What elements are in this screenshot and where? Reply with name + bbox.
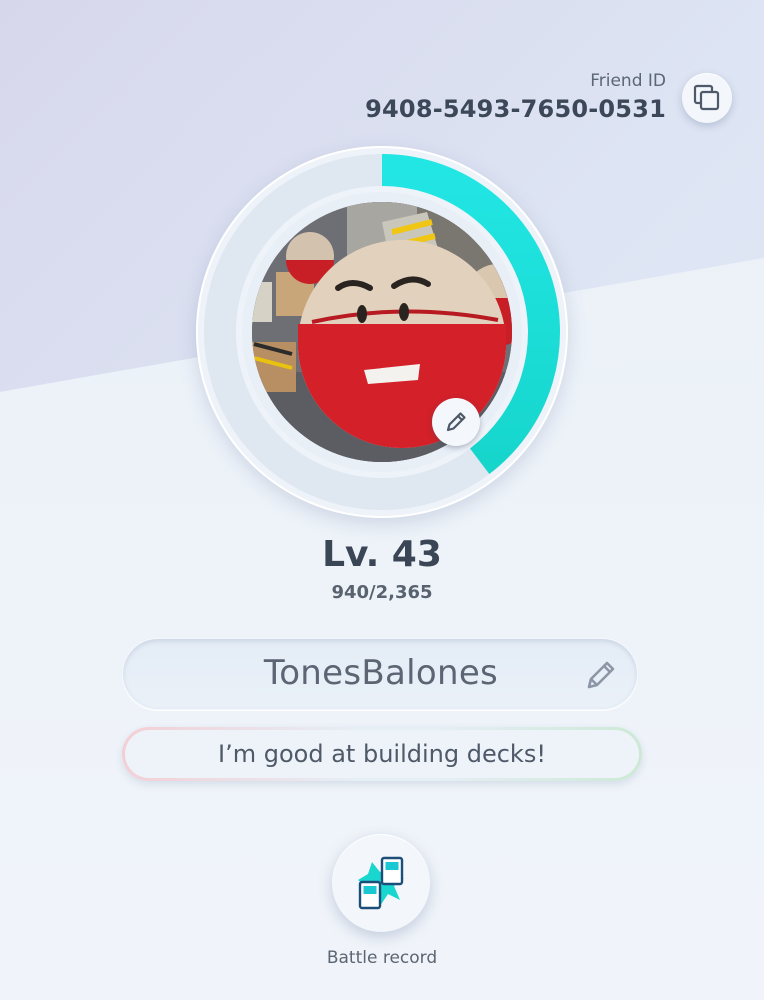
battle-cards-icon — [358, 856, 404, 910]
battle-record-button[interactable] — [332, 834, 430, 932]
edit-pencil-icon[interactable] — [583, 657, 619, 693]
player-name: TonesBalones — [263, 653, 499, 693]
bio-message-field[interactable]: I’m good at building decks! — [122, 727, 642, 781]
friend-id-label: Friend ID — [590, 71, 666, 91]
player-name-field[interactable]: TonesBalones — [122, 638, 638, 710]
edit-avatar-button[interactable] — [432, 398, 480, 446]
copy-icon — [693, 84, 720, 111]
bio-message: I’m good at building decks! — [125, 730, 639, 778]
copy-friend-id-button[interactable] — [682, 73, 732, 123]
experience-points: 940/2,365 — [331, 582, 433, 603]
player-level: Lv. 43 — [322, 534, 442, 575]
edit-pencil-icon — [446, 412, 466, 432]
avatar-level-ring — [196, 146, 568, 518]
friend-id-value: 9408-5493-7650-0531 — [365, 95, 666, 123]
battle-record-label: Battle record — [326, 948, 438, 968]
